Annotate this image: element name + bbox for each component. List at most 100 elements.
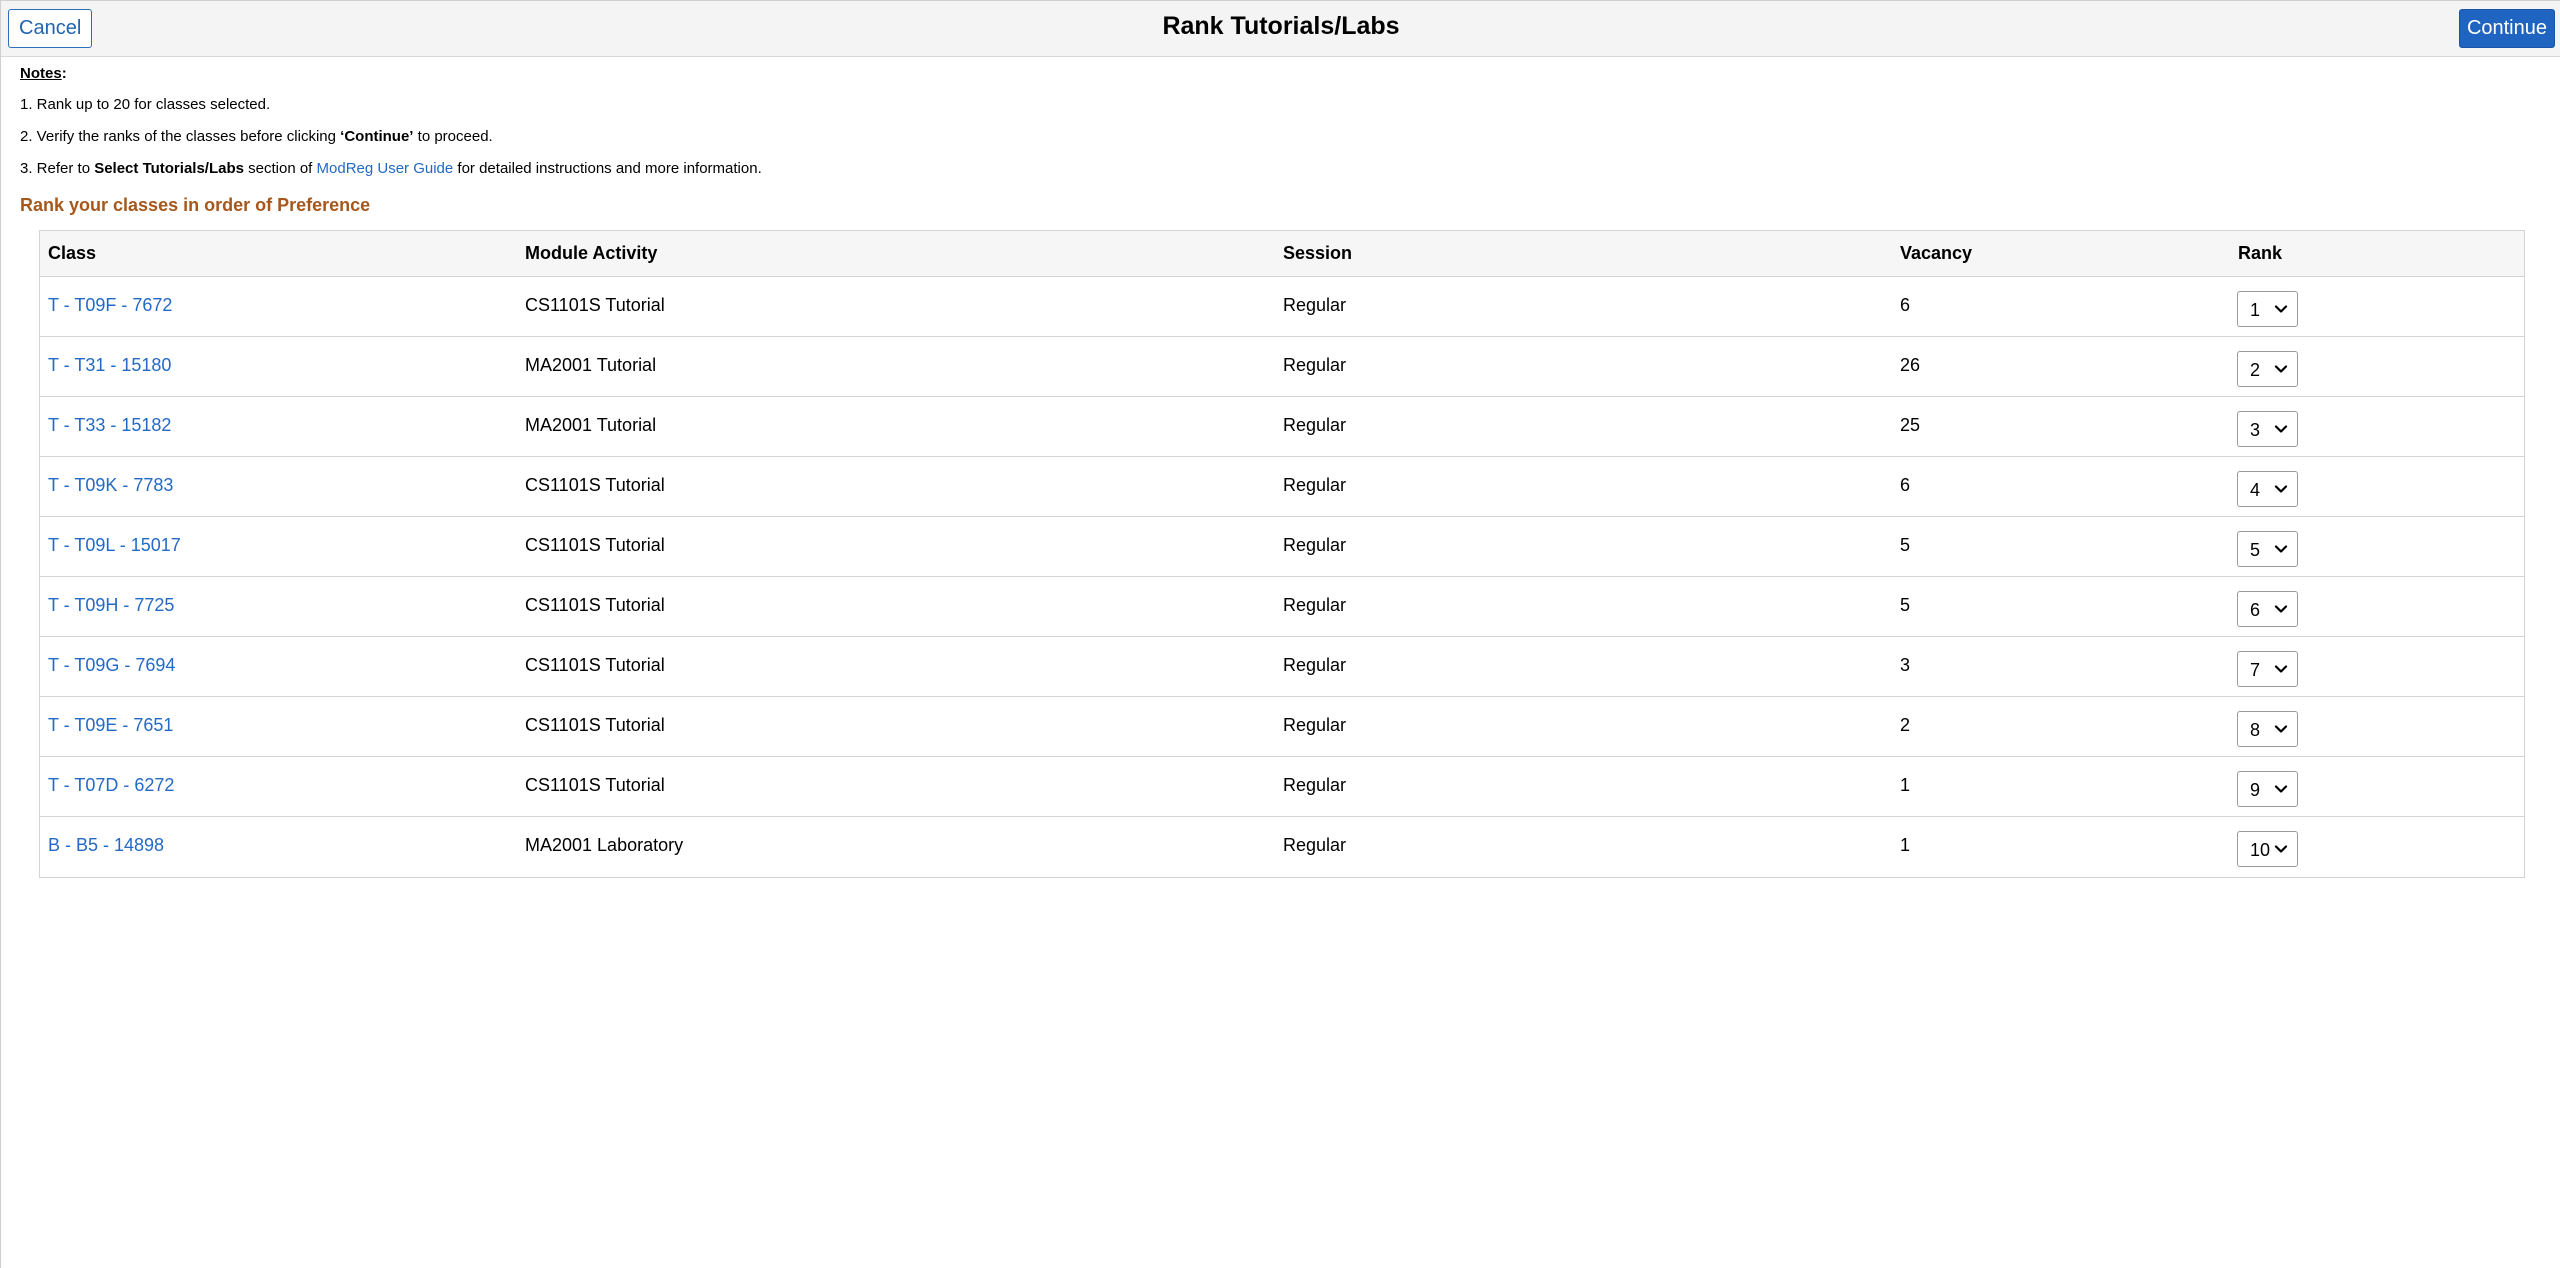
class-link[interactable]: T - T09F - 7672 — [48, 295, 172, 316]
page-title: Rank Tutorials/Labs — [1162, 12, 1400, 40]
chevron-down-icon — [2274, 545, 2288, 553]
module-activity-cell: CS1101S Tutorial — [525, 595, 665, 615]
rank-value: 6 — [2250, 600, 2261, 620]
class-link[interactable]: T - T09H - 7725 — [48, 595, 174, 616]
column-header-vacancy: Vacancy — [1900, 243, 1973, 263]
chevron-down-icon — [2274, 605, 2288, 613]
rank-value: 4 — [2250, 480, 2261, 500]
session-cell: Regular — [1283, 775, 1347, 795]
table-row: T - T09G - 7694 CS1101S Tutorial Regular 3 7 — [40, 637, 2524, 697]
notes-heading-text: Notes — [20, 65, 62, 82]
note-2-bold: ‘Continue’ — [340, 128, 414, 145]
note-3-mid: section of — [243, 160, 317, 177]
class-link[interactable]: T - T09G - 7694 — [48, 655, 175, 676]
note-2-suffix: to proceed. — [413, 128, 493, 145]
chevron-down-icon — [2274, 305, 2288, 313]
module-activity-cell: MA2001 Laboratory — [525, 835, 684, 855]
table-row: T - T33 - 15182 MA2001 Tutorial Regular 25 3 — [40, 397, 2524, 457]
note-3-bold: Select Tutorials/Labs — [94, 160, 244, 177]
rank-select[interactable]: 2 — [2237, 351, 2298, 387]
module-activity-cell: MA2001 Tutorial — [525, 355, 657, 375]
session-cell: Regular — [1283, 295, 1347, 315]
rank-value: 5 — [2250, 540, 2261, 560]
vacancy-cell: 5 — [1900, 595, 1911, 615]
module-activity-cell: MA2001 Tutorial — [525, 415, 657, 435]
module-activity-cell: CS1101S Tutorial — [525, 295, 665, 315]
rank-select[interactable]: 7 — [2237, 651, 2298, 687]
session-cell: Regular — [1283, 355, 1347, 375]
column-header-class: Class — [48, 243, 97, 263]
note-line-3: 3. Refer to Select Tutorials/Labs sectio… — [20, 160, 762, 177]
vacancy-cell: 3 — [1900, 655, 1911, 675]
header-bar: Cancel Rank Tutorials/Labs Continue — [1, 0, 2560, 57]
vacancy-cell: 6 — [1900, 475, 1911, 495]
class-link[interactable]: T - T09L - 15017 — [48, 535, 181, 556]
module-activity-cell: CS1101S Tutorial — [525, 655, 665, 675]
column-header-rank: Rank — [2238, 243, 2283, 263]
chevron-down-icon — [2274, 665, 2288, 673]
table-row: T - T09E - 7651 CS1101S Tutorial Regular 2 8 — [40, 697, 2524, 757]
note-3-prefix: 3. Refer to — [20, 160, 95, 177]
session-cell: Regular — [1283, 475, 1347, 495]
page: Cancel Rank Tutorials/Labs Continue Note… — [0, 0, 2560, 1268]
chevron-down-icon — [2274, 785, 2288, 793]
rank-value: 2 — [2250, 360, 2261, 380]
column-header-module-activity: Module Activity — [525, 243, 658, 263]
rank-select[interactable]: 1 — [2237, 291, 2298, 327]
vacancy-cell: 5 — [1900, 535, 1911, 555]
table-row: T - T09H - 7725 CS1101S Tutorial Regular 5 6 — [40, 577, 2524, 637]
rank-value: 9 — [2250, 780, 2261, 800]
session-cell: Regular — [1283, 595, 1347, 615]
rank-table: Class Module Activity Session Vacancy Ra… — [39, 230, 2525, 878]
class-link[interactable]: T - T33 - 15182 — [48, 415, 171, 436]
rank-select[interactable]: 5 — [2237, 531, 2298, 567]
module-activity-cell: CS1101S Tutorial — [525, 535, 665, 555]
rank-select[interactable]: 6 — [2237, 591, 2298, 627]
note-line-2: 2. Verify the ranks of the classes befor… — [20, 128, 493, 145]
table-row: T - T09F - 7672 CS1101S Tutorial Regular 6 1 — [40, 277, 2524, 337]
table-row: B - B5 - 14898 MA2001 Laboratory Regular 1 1… — [40, 817, 2524, 877]
continue-button[interactable]: Continue — [2458, 9, 2555, 48]
session-cell: Regular — [1283, 535, 1347, 555]
class-link[interactable]: T - T07D - 6272 — [48, 775, 174, 796]
vacancy-cell: 2 — [1900, 715, 1911, 735]
chevron-down-icon — [2274, 845, 2288, 853]
rank-select[interactable]: 9 — [2237, 771, 2298, 807]
chevron-down-icon — [2274, 425, 2288, 433]
class-link[interactable]: T - T09K - 7783 — [48, 475, 173, 496]
notes-heading: Notes: — [20, 65, 67, 82]
vacancy-cell: 6 — [1900, 295, 1911, 315]
section-heading: Rank your classes in order of Preference — [20, 195, 371, 215]
rank-value: 7 — [2250, 660, 2261, 680]
module-activity-cell: CS1101S Tutorial — [525, 775, 665, 795]
rank-select[interactable]: 4 — [2237, 471, 2298, 507]
rank-select[interactable]: 8 — [2237, 711, 2298, 747]
note-2-prefix: 2. Verify the ranks of the classes befor… — [20, 128, 341, 145]
note-3-suffix: for detailed instructions and more infor… — [453, 160, 762, 177]
rank-select[interactable]: 10 — [2237, 831, 2298, 867]
module-activity-cell: CS1101S Tutorial — [525, 715, 665, 735]
chevron-down-icon — [2274, 485, 2288, 493]
module-activity-cell: CS1101S Tutorial — [525, 475, 665, 495]
chevron-down-icon — [2274, 365, 2288, 373]
table-row: T - T07D - 6272 CS1101S Tutorial Regular 1 9 — [40, 757, 2524, 817]
rank-value: 1 — [2250, 300, 2261, 320]
session-cell: Regular — [1283, 655, 1347, 675]
table-row: T - T09L - 15017 CS1101S Tutorial Regular 5… — [40, 517, 2524, 577]
notes-colon: : — [61, 65, 67, 82]
modreg-user-guide-link[interactable]: ModReg User Guide — [317, 160, 454, 177]
rank-value: 3 — [2250, 420, 2261, 440]
rank-value: 8 — [2250, 720, 2261, 740]
table-row: T - T31 - 15180 MA2001 Tutorial Regular 26 2 — [40, 337, 2524, 397]
vacancy-cell: 26 — [1900, 355, 1921, 375]
vacancy-cell: 1 — [1900, 835, 1911, 855]
rank-select[interactable]: 3 — [2237, 411, 2298, 447]
class-link[interactable]: T - T31 - 15180 — [48, 355, 171, 376]
class-link[interactable]: T - T09E - 7651 — [48, 715, 173, 736]
vacancy-cell: 25 — [1900, 415, 1921, 435]
chevron-down-icon — [2274, 725, 2288, 733]
vacancy-cell: 1 — [1900, 775, 1911, 795]
class-link[interactable]: B - B5 - 14898 — [48, 835, 164, 856]
session-cell: Regular — [1283, 715, 1347, 735]
table-row: T - T09K - 7783 CS1101S Tutorial Regular 6 4 — [40, 457, 2524, 517]
